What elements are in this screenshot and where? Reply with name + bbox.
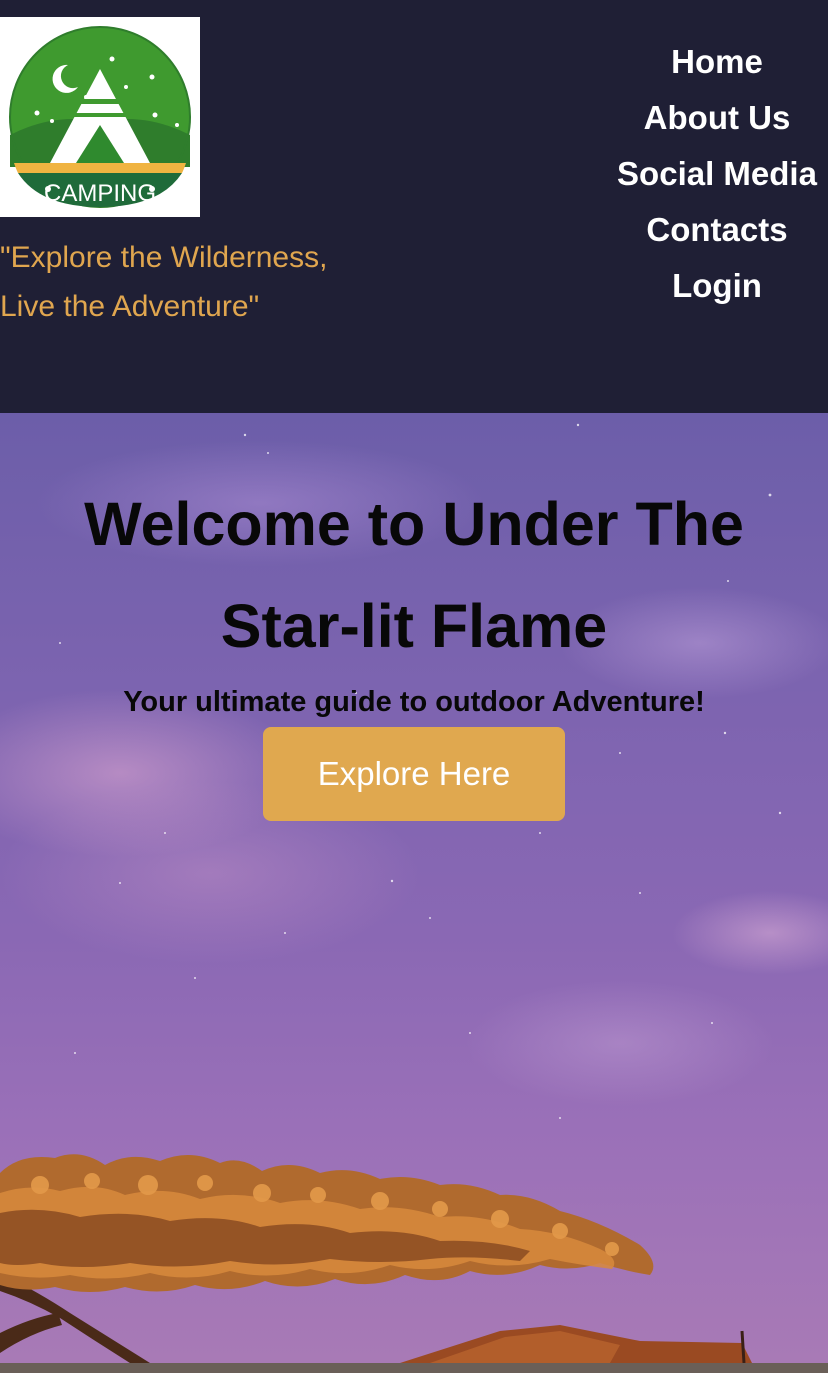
- hero-title: Welcome to Under The Star-lit Flame: [40, 473, 788, 677]
- tagline: "Explore the Wilderness, Live the Advent…: [0, 233, 380, 331]
- explore-here-button[interactable]: Explore Here: [263, 727, 565, 821]
- logo-text: CAMPING: [44, 180, 156, 207]
- nav-contacts[interactable]: Contacts: [606, 202, 828, 258]
- nav-social-media[interactable]: Social Media: [606, 146, 828, 202]
- camping-tent-logo-icon: CAMPING: [9, 26, 191, 208]
- nav-login[interactable]: Login: [606, 258, 828, 314]
- hero-subtitle: Your ultimate guide to outdoor Adventure…: [123, 686, 705, 718]
- nav-home[interactable]: Home: [606, 34, 828, 90]
- main-nav: Home About Us Social Media Contacts Logi…: [606, 34, 828, 314]
- hero-title-line-2: Star-lit Flame: [220, 592, 608, 660]
- nav-about-us[interactable]: About Us: [606, 90, 828, 146]
- tagline-line-2: Live the Adventure": [0, 290, 260, 323]
- site-logo[interactable]: CAMPING: [0, 17, 200, 217]
- tagline-line-1: "Explore the Wilderness,: [0, 241, 328, 274]
- site-header: CAMPING "Explore the Wilderness, Live th…: [0, 0, 828, 413]
- hero-title-line-1: Welcome to Under The: [84, 490, 744, 558]
- hero-section: Welcome to Under The Star-lit Flame Your…: [0, 413, 828, 1363]
- page-bottom-edge: [0, 1363, 828, 1373]
